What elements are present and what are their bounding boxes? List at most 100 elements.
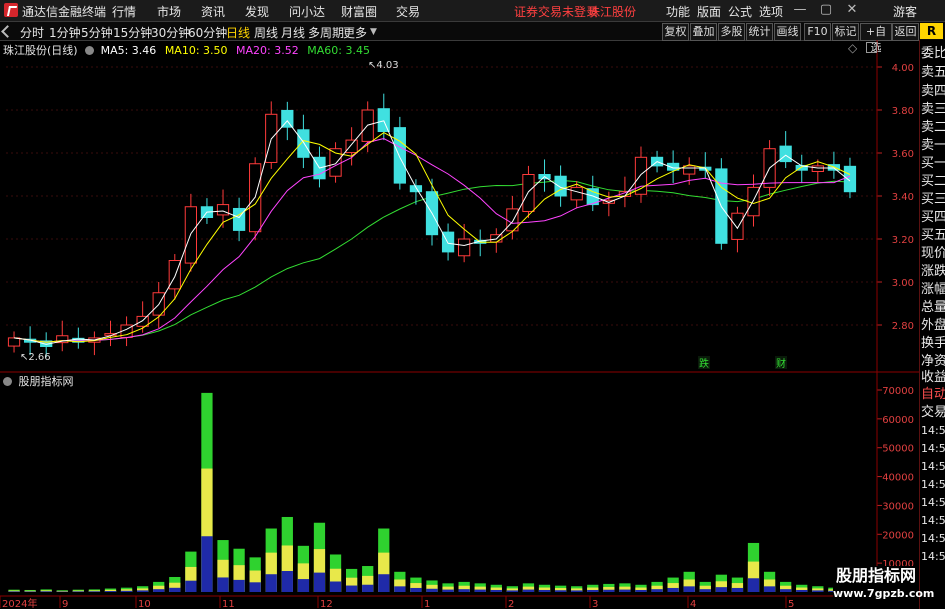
date-tick-label: 9 — [62, 599, 68, 609]
volume-bar-base — [72, 591, 84, 592]
menu-banmian[interactable]: 版面 — [697, 3, 721, 20]
expand-icon[interactable] — [866, 42, 877, 53]
duogu-button[interactable]: 多股 — [718, 23, 745, 41]
chevron-down-icon[interactable]: ▼ — [370, 27, 377, 37]
side-trade[interactable]: 交易 — [921, 403, 945, 422]
tongji-button[interactable]: 统计 — [746, 23, 773, 41]
tab-more[interactable]: 更多 — [343, 24, 367, 41]
candle[interactable] — [393, 127, 406, 184]
candle[interactable] — [7, 337, 21, 347]
side-time-7: 14:5 — [921, 532, 945, 545]
candle[interactable] — [297, 129, 310, 158]
tab-monthly[interactable]: 月线 — [281, 24, 305, 41]
tab-30min[interactable]: 30分钟 — [151, 24, 190, 41]
watermark-url: www.7gpzb.com — [833, 587, 935, 600]
candle[interactable] — [345, 139, 358, 154]
badge-r[interactable]: R — [920, 23, 943, 39]
side-buy3: 买三 — [921, 192, 945, 207]
menu-hangqing[interactable]: 行情 — [112, 3, 136, 20]
login-notice[interactable]: 证券交易未登录 — [514, 3, 598, 20]
candlesticks[interactable] — [7, 93, 857, 358]
candle[interactable] — [458, 238, 471, 257]
tab-fenshi[interactable]: 分时 — [20, 24, 44, 41]
volume-settings-icon[interactable] — [3, 377, 12, 386]
volume-bar-base — [522, 589, 535, 592]
menu-gongneng[interactable]: 功能 — [666, 3, 690, 20]
watermark-title: 股朋指标网 — [835, 566, 916, 585]
price-tick-label: 3.80 — [892, 106, 914, 117]
event-marker[interactable]: 财 — [776, 357, 786, 370]
volume-axis: 70000600005000040000300002000010000 — [877, 386, 914, 570]
diamond-icon[interactable]: ◇ — [848, 41, 857, 55]
diejia-button[interactable]: 叠加 — [690, 23, 717, 41]
candle[interactable] — [570, 186, 583, 201]
menu-xuanxiang[interactable]: 选项 — [759, 3, 783, 20]
side-buy4: 买四 — [921, 210, 945, 225]
side-auto[interactable]: 自动 — [921, 385, 945, 404]
side-sell2: 卖二 — [921, 120, 945, 135]
volume-bars[interactable] — [8, 392, 856, 592]
tab-weekly[interactable]: 周线 — [254, 24, 278, 41]
tab-1min[interactable]: 1分钟 — [49, 24, 81, 41]
menu-jiaoyi[interactable]: 交易 — [396, 3, 420, 20]
tab-60min[interactable]: 60分钟 — [188, 24, 227, 41]
watermark: 股朋指标网 www.7gpzb.com — [833, 566, 935, 609]
tab-multi[interactable]: 多周期 — [308, 24, 344, 41]
settings-dot-icon[interactable] — [85, 46, 95, 55]
candle[interactable] — [811, 165, 824, 172]
menu-wenxiaoda[interactable]: 问小达 — [289, 3, 325, 20]
volume-bar-base — [169, 587, 181, 592]
f10-button[interactable]: F10 — [804, 23, 831, 41]
volume-bar-base — [747, 578, 760, 592]
candle[interactable] — [216, 204, 230, 216]
side-change: 涨跌 — [921, 264, 945, 279]
candle[interactable] — [779, 145, 792, 163]
volume-bar-base — [812, 590, 824, 592]
candle[interactable] — [731, 212, 744, 240]
volume-bar-base — [587, 589, 599, 592]
candle[interactable] — [683, 165, 696, 175]
volume-bar-base — [185, 580, 197, 592]
maximize-icon[interactable]: ▢ — [818, 2, 834, 18]
close-icon[interactable]: ✕ — [844, 2, 860, 18]
candle[interactable] — [554, 175, 567, 197]
volume-bar-base — [297, 579, 310, 592]
side-change-pct: 涨幅 — [921, 282, 945, 297]
menu-shichang[interactable]: 市场 — [157, 3, 181, 20]
kline-chart[interactable]: 4.00 3.80 3.60 3.40 3.20 3.00 2.80 70000 60000 5… — [0, 40, 919, 609]
menu-caifuquan[interactable]: 财富圈 — [341, 3, 377, 20]
volume-bar-base — [571, 590, 583, 592]
tab-5min[interactable]: 5分钟 — [81, 24, 113, 41]
volume-bar-base — [345, 585, 358, 592]
side-buy1: 买一 — [921, 156, 945, 171]
volume-bar-base — [715, 587, 727, 592]
volume-title: 股朋指标网 — [18, 375, 74, 388]
price-tick-label: 4.00 — [892, 63, 914, 74]
menu-gongshi[interactable]: 公式 — [728, 3, 752, 20]
price-tick-label: 2.80 — [892, 321, 914, 332]
add-watchlist-button[interactable]: +自选 — [860, 23, 892, 54]
date-tick-label: 3 — [592, 599, 598, 609]
biaoji-button[interactable]: 标记 — [832, 23, 859, 41]
candle[interactable] — [522, 174, 535, 212]
side-turnover: 换手 — [921, 336, 945, 351]
return-button[interactable]: 返回 — [892, 23, 919, 41]
event-marker[interactable]: 跌 — [699, 357, 709, 370]
candle[interactable] — [377, 108, 390, 132]
minimize-icon[interactable]: — — [792, 2, 808, 18]
menu-zixun[interactable]: 资讯 — [201, 3, 225, 20]
huaxian-button[interactable]: 画线 — [774, 23, 801, 41]
fuquan-button[interactable]: 复权 — [662, 23, 689, 41]
volume-bar-base — [667, 587, 679, 592]
candle[interactable] — [843, 165, 857, 193]
tab-15min[interactable]: 15分钟 — [113, 24, 152, 41]
stock-link[interactable]: 珠江股份 — [588, 3, 636, 20]
date-tick-label: 11 — [222, 599, 235, 609]
menu-faxian[interactable]: 发现 — [245, 3, 269, 20]
stock-title: 珠江股份(日线) — [3, 44, 78, 57]
volume-bar-base — [635, 589, 647, 592]
back-arrow-icon[interactable] — [1, 25, 14, 38]
user-label[interactable]: 游客 — [893, 3, 917, 20]
tab-daily[interactable]: 日线 — [226, 24, 250, 41]
volume-bar-base — [426, 588, 438, 592]
